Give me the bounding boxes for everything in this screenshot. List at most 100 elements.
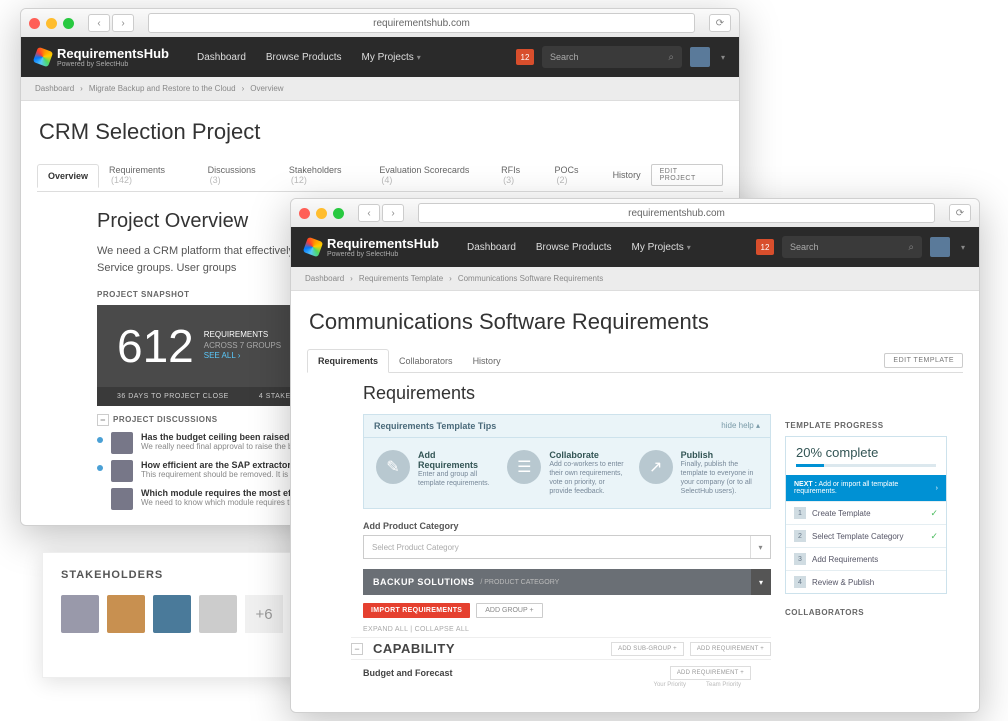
chevron-down-icon[interactable]: ▾ [721, 53, 725, 62]
see-all-link[interactable]: SEE ALL › [204, 351, 281, 361]
tips-title: Requirements Template Tips [374, 421, 496, 431]
chevron-down-icon: ▾ [687, 243, 691, 252]
avatar[interactable] [690, 47, 710, 67]
breadcrumb: Dashboard › Migrate Backup and Restore t… [21, 77, 739, 101]
add-requirement-button[interactable]: ADD REQUIREMENT + [690, 642, 771, 656]
avatar [111, 488, 133, 510]
nav-browse[interactable]: Browse Products [536, 242, 612, 253]
template-window: ‹ › requirementshub.com ⟳ RequirementsHu… [290, 198, 980, 713]
edit-icon: ✎ [376, 450, 410, 484]
add-group-button[interactable]: ADD GROUP + [476, 603, 542, 618]
progress-bar [796, 464, 936, 467]
collapse-toggle[interactable]: − [97, 414, 109, 426]
chevron-down-icon[interactable]: ▾ [961, 243, 965, 252]
avatar[interactable] [61, 595, 99, 633]
back-button[interactable]: ‹ [358, 204, 380, 222]
import-requirements-button[interactable]: IMPORT REQUIREMENTS [363, 603, 470, 618]
avatar[interactable] [107, 595, 145, 633]
capability-title: CAPABILITY [373, 641, 605, 656]
logo-icon [33, 47, 54, 68]
step-item[interactable]: 1Create Template✓ [786, 501, 946, 524]
tip-collaborate: ☰ CollaborateAdd co-workers to enter the… [507, 450, 626, 496]
collapse-toggle[interactable]: − [351, 643, 363, 655]
tab-collaborators[interactable]: Collaborators [389, 350, 463, 372]
nav-myprojects[interactable]: My Projects▾ [631, 242, 690, 253]
sidebar: TEMPLATE PROGRESS 20% complete NEXT : Ad… [785, 383, 947, 688]
crumb-item[interactable]: Dashboard [305, 274, 344, 283]
add-requirement-button[interactable]: ADD REQUIREMENT + [670, 666, 751, 680]
crumb-item[interactable]: Dashboard [35, 84, 74, 93]
tab-discussions[interactable]: Discussions (3) [198, 159, 279, 191]
tab-rfis[interactable]: RFIs (3) [491, 159, 544, 191]
search-icon: ⌕ [908, 242, 914, 253]
maximize-icon[interactable] [333, 208, 344, 219]
crumb-item[interactable]: Migrate Backup and Restore to the Cloud [89, 84, 236, 93]
titlebar: ‹ › requirementshub.com ⟳ [21, 9, 739, 37]
back-button[interactable]: ‹ [88, 14, 110, 32]
step-item[interactable]: 3Add Requirements [786, 547, 946, 570]
category-select[interactable]: Select Product Category▾ [363, 535, 771, 559]
tab-requirements[interactable]: Requirements (142) [99, 159, 198, 191]
tab-history[interactable]: History [463, 350, 511, 372]
brand-sub: Powered by SelectHub [327, 251, 439, 258]
forward-button[interactable]: › [112, 14, 134, 32]
maximize-icon[interactable] [63, 18, 74, 29]
url-bar[interactable]: requirementshub.com [148, 13, 695, 33]
refresh-button[interactable]: ⟳ [709, 14, 731, 32]
edit-template-button[interactable]: EDIT TEMPLATE [884, 353, 963, 368]
add-subgroup-button[interactable]: ADD SUB-GROUP + [611, 642, 684, 656]
breadcrumb: Dashboard › Requirements Template › Comm… [291, 267, 979, 291]
avatar[interactable] [199, 595, 237, 633]
avatar [111, 460, 133, 482]
chevron-down-icon: ▾ [751, 569, 771, 595]
category-bar[interactable]: BACKUP SOLUTIONS / PRODUCT CATEGORY ▾ [363, 569, 771, 595]
hide-help-toggle[interactable]: hide help ▴ [721, 421, 760, 431]
step-item[interactable]: 4Review & Publish [786, 570, 946, 593]
tab-history[interactable]: History [603, 164, 651, 186]
edit-project-button[interactable]: EDIT PROJECT [651, 164, 723, 186]
expand-collapse[interactable]: EXPAND ALL | COLLAPSE ALL [363, 626, 771, 633]
refresh-button[interactable]: ⟳ [949, 204, 971, 222]
collaborators-title: COLLABORATORS [785, 608, 947, 617]
tab-stakeholders[interactable]: Stakeholders (12) [279, 159, 369, 191]
users-icon: ☰ [507, 450, 541, 484]
tab-overview[interactable]: Overview [37, 164, 99, 188]
page-title: Communications Software Requirements [309, 309, 963, 335]
content: Communications Software Requirements Req… [291, 291, 979, 712]
notification-badge[interactable]: 12 [516, 49, 534, 65]
search-input[interactable]: Search⌕ [542, 46, 682, 68]
tip-publish: ↗ PublishFinally, publish the template t… [639, 450, 758, 496]
top-nav: RequirementsHub Powered by SelectHub Das… [21, 37, 739, 77]
tab-pocs[interactable]: POCs (2) [544, 159, 602, 191]
avatar[interactable] [930, 237, 950, 257]
chevron-down-icon: ▾ [417, 53, 421, 62]
url-bar[interactable]: requirementshub.com [418, 203, 935, 223]
tab-requirements[interactable]: Requirements [307, 349, 389, 373]
more-stakeholders[interactable]: +6 [245, 595, 283, 633]
nav-myprojects[interactable]: My Projects▾ [361, 52, 420, 63]
minimize-icon[interactable] [316, 208, 327, 219]
requirements-main: Requirements Requirements Template Tips … [323, 383, 785, 688]
next-step[interactable]: NEXT : Add or import all template requir… [786, 475, 946, 501]
notification-badge[interactable]: 12 [756, 239, 774, 255]
forward-button[interactable]: › [382, 204, 404, 222]
tab-scorecards[interactable]: Evaluation Scorecards (4) [369, 159, 491, 191]
nav-dashboard[interactable]: Dashboard [197, 52, 246, 63]
tip-add: ✎ Add RequirementsEnter and group all te… [376, 450, 495, 496]
nav-browse[interactable]: Browse Products [266, 52, 342, 63]
search-input[interactable]: Search⌕ [782, 236, 922, 258]
minimize-icon[interactable] [46, 18, 57, 29]
close-icon[interactable] [299, 208, 310, 219]
close-icon[interactable] [29, 18, 40, 29]
nav-dashboard[interactable]: Dashboard [467, 242, 516, 253]
logo[interactable]: RequirementsHub Powered by SelectHub [35, 46, 169, 68]
unread-dot-icon [97, 437, 103, 443]
tabs: Requirements Collaborators History EDIT … [307, 349, 963, 373]
table-header: Your PriorityTeam Priority [363, 682, 771, 688]
titlebar: ‹ › requirementshub.com ⟳ [291, 199, 979, 227]
logo[interactable]: RequirementsHub Powered by SelectHub [305, 236, 439, 258]
step-item[interactable]: 2Select Template Category✓ [786, 524, 946, 547]
avatar[interactable] [153, 595, 191, 633]
progress-title: TEMPLATE PROGRESS [785, 421, 947, 430]
crumb-item[interactable]: Requirements Template [359, 274, 443, 283]
